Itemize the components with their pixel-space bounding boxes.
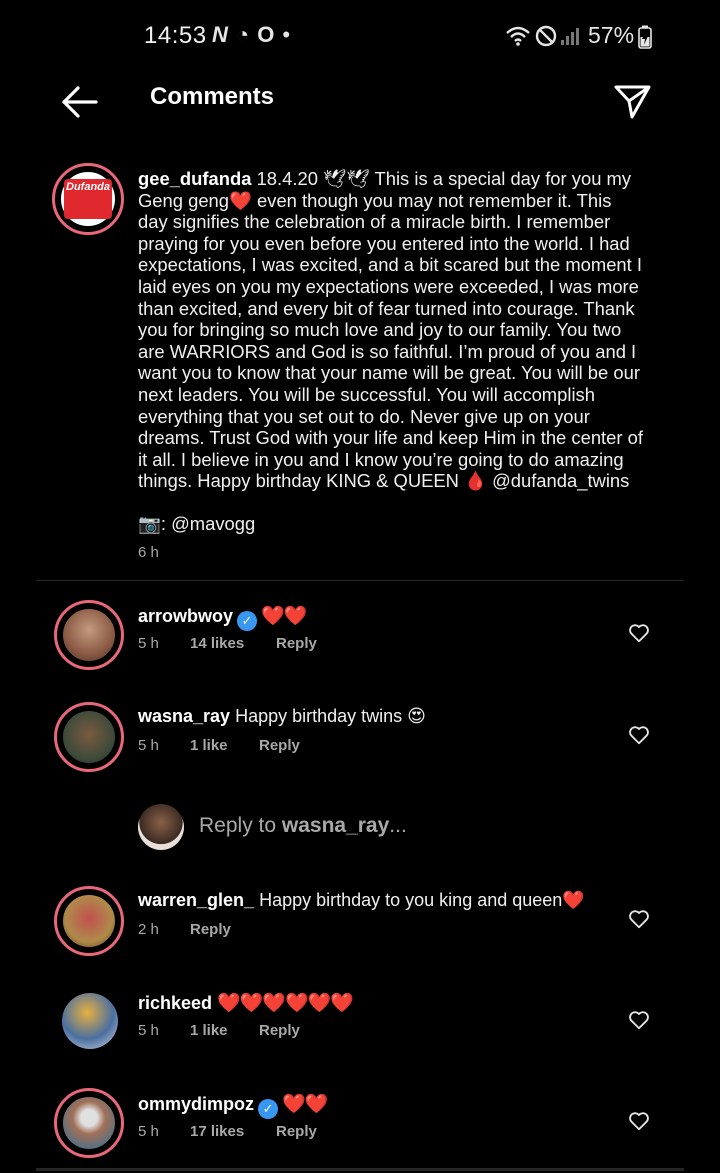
like-heart-icon[interactable]	[628, 622, 650, 644]
reply-button[interactable]: Reply	[276, 635, 317, 652]
avatar-logo-icon: Dufanda	[64, 179, 112, 219]
do-not-disturb-icon	[535, 25, 557, 47]
send-direct-icon[interactable]	[612, 82, 652, 122]
signal-icon	[561, 28, 579, 45]
bottom-divider	[36, 1168, 684, 1171]
battery-charging-icon	[638, 25, 652, 49]
commenter-avatar[interactable]	[54, 702, 124, 772]
status-time: 14:53	[144, 22, 207, 49]
comment-item: warren_glen_ Happy birthday to you king …	[0, 886, 720, 966]
comment-text-row: richkeed ❤️❤️❤️❤️❤️❤️	[138, 991, 354, 1015]
like-heart-icon[interactable]	[628, 1110, 650, 1132]
reply-button[interactable]: Reply	[259, 1022, 300, 1039]
whatsapp-icon: ◔	[235, 22, 250, 47]
wifi-icon	[506, 26, 530, 46]
comment-time: 5 h	[138, 737, 159, 754]
comment-username[interactable]: richkeed	[138, 993, 212, 1013]
comment-time: 5 h	[138, 1123, 159, 1140]
reply-button[interactable]: Reply	[276, 1123, 317, 1140]
notification-icons: N ◔ O •	[212, 22, 290, 48]
notification-n-icon: N	[212, 22, 228, 47]
reply-button[interactable]: Reply	[259, 737, 300, 754]
comment-likes[interactable]: 1 like	[190, 737, 228, 754]
photo-credit: 📷: @mavogg	[138, 513, 256, 534]
back-arrow-icon[interactable]	[60, 82, 100, 122]
o-notification-icon: O	[257, 22, 275, 47]
battery-percent: 57%	[588, 22, 635, 48]
comment-text: ❤️❤️	[261, 606, 307, 627]
comment-username[interactable]: ommydimpoz	[138, 1094, 254, 1114]
reply-button[interactable]: Reply	[190, 921, 231, 938]
page-title: Comments	[150, 83, 275, 110]
comment-username[interactable]: arrowbwoy	[138, 606, 233, 626]
comment-item: arrowbwoy ✓ ❤️❤️ 5 h 14 likes Reply	[0, 600, 720, 680]
like-heart-icon[interactable]	[628, 724, 650, 746]
comment-time: 5 h	[138, 635, 159, 652]
commenter-avatar[interactable]	[62, 993, 118, 1049]
commenter-avatar[interactable]	[54, 600, 124, 670]
comment-item: richkeed ❤️❤️❤️❤️❤️❤️ 5 h 1 like Reply	[0, 987, 720, 1067]
comment-text: Happy birthday twins 😍	[235, 706, 426, 726]
commenter-avatar[interactable]	[54, 886, 124, 956]
comment-likes[interactable]: 1 like	[190, 1022, 228, 1039]
post-caption: gee_dufanda 18.4.20 🕊🕊 This is a special…	[138, 168, 643, 492]
post-author-avatar[interactable]: Dufanda	[52, 163, 124, 235]
comment-likes[interactable]: 14 likes	[190, 635, 244, 652]
comment-text-row: warren_glen_ Happy birthday to you king …	[138, 890, 585, 911]
commenter-avatar[interactable]	[54, 1088, 124, 1158]
comment-text: Happy birthday to you king and queen❤️	[259, 890, 585, 910]
comment-text-row: ommydimpoz ✓ ❤️❤️	[138, 1092, 328, 1119]
reply-input[interactable]: Reply to wasna_ray...	[199, 814, 407, 838]
like-heart-icon[interactable]	[628, 1009, 650, 1031]
comment-text-row: wasna_ray Happy birthday twins 😍	[138, 706, 426, 727]
divider	[36, 580, 684, 581]
comment-time: 5 h	[138, 1022, 159, 1039]
comment-likes[interactable]: 17 likes	[190, 1123, 244, 1140]
post-caption-text: 18.4.20 🕊🕊 This is a special day for you…	[138, 168, 643, 492]
verified-badge-icon: ✓	[237, 611, 258, 631]
more-notifications-icon: •	[282, 22, 291, 47]
comment-username[interactable]: warren_glen_	[138, 890, 254, 910]
comment-text-row: arrowbwoy ✓ ❤️❤️	[138, 604, 307, 631]
comment-time: 2 h	[138, 921, 159, 938]
post-author-username[interactable]: gee_dufanda	[138, 168, 251, 189]
comment-item: wasna_ray Happy birthday twins 😍 5 h 1 l…	[0, 702, 720, 782]
post-time: 6 h	[138, 544, 159, 561]
verified-badge-icon: ✓	[258, 1099, 279, 1119]
status-bar: 14:53 N ◔ O • 57%	[0, 0, 720, 72]
comment-username[interactable]: wasna_ray	[138, 706, 230, 726]
comment-text: ❤️❤️	[282, 1094, 328, 1115]
comment-text: ❤️❤️❤️❤️❤️❤️	[217, 993, 354, 1014]
comment-item: ommydimpoz ✓ ❤️❤️ 5 h 17 likes Reply	[0, 1088, 720, 1168]
reply-target-username: wasna_ray	[281, 814, 390, 837]
reply-user-avatar	[138, 804, 184, 850]
like-heart-icon[interactable]	[628, 908, 650, 930]
